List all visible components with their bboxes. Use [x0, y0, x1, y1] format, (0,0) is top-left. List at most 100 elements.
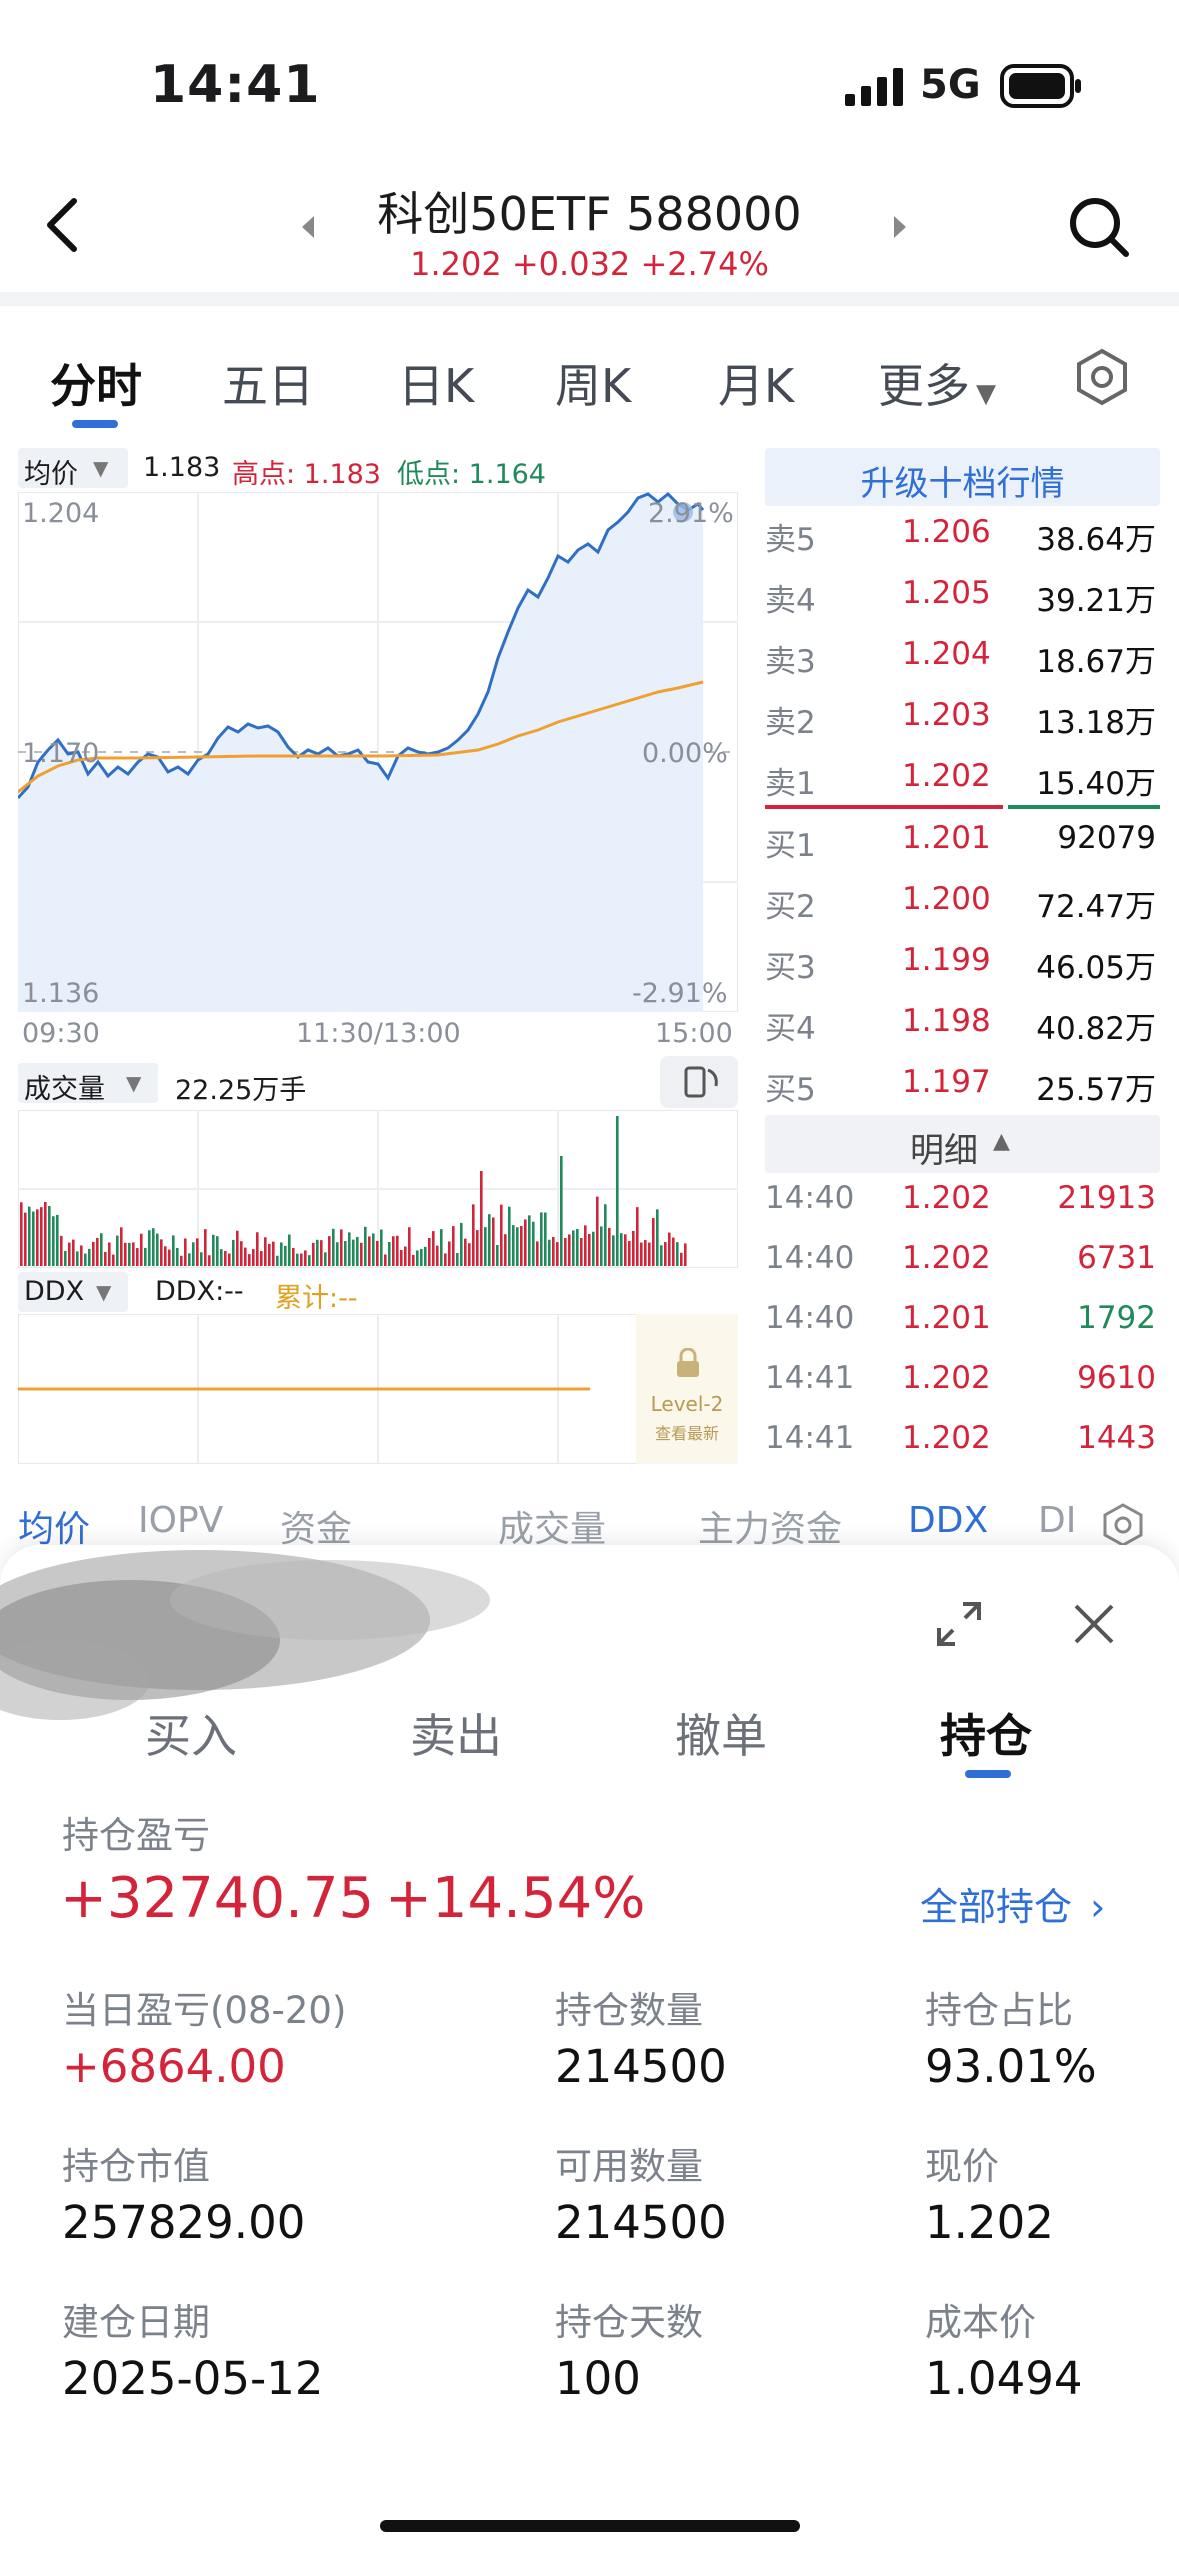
- pct-axis-bottom: -2.91%: [632, 978, 728, 1009]
- volume-bar: [304, 1250, 307, 1266]
- bid-row[interactable]: 买3 1.199 46.05万: [762, 942, 1162, 1002]
- battery-icon: [1000, 64, 1082, 112]
- ask-row[interactable]: 卖1 1.202 15.40万: [762, 758, 1162, 818]
- volume-bar: [588, 1233, 591, 1266]
- volume-bar: [536, 1241, 539, 1266]
- tab-five-day[interactable]: 五日: [222, 350, 314, 416]
- volume-bar: [380, 1229, 383, 1266]
- tab-daily-k[interactable]: 日K: [398, 350, 474, 416]
- volume-bar: [492, 1217, 495, 1266]
- ddx-selector[interactable]: DDX ▼: [18, 1272, 128, 1312]
- position-field-value: 2025-05-12: [62, 2352, 324, 2405]
- volume-bar: [196, 1238, 199, 1266]
- position-field-label: 持仓天数: [555, 2301, 703, 2344]
- ddx-cumulative: 累计:--: [275, 1283, 358, 1314]
- bid-price: 1.198: [902, 1003, 991, 1039]
- ask-level-label: 卖1: [765, 766, 816, 802]
- tab-more[interactable]: 更多 ▼: [878, 350, 996, 416]
- volume-bar: [596, 1196, 599, 1266]
- avg-price-value: 1.183: [143, 452, 221, 483]
- volume-selector[interactable]: 成交量 ▼: [18, 1063, 158, 1105]
- volume-bar: [364, 1226, 367, 1266]
- volume-bar: [580, 1238, 583, 1266]
- volume-bar: [44, 1202, 47, 1266]
- volume-bar: [228, 1253, 231, 1266]
- ddx-chart: [17, 1313, 739, 1465]
- volume-bar: [540, 1212, 543, 1266]
- tab-intraday[interactable]: 分时: [50, 350, 142, 416]
- detail-header[interactable]: 明细 ▲: [765, 1115, 1160, 1173]
- volume-bar: [284, 1245, 287, 1266]
- volume-bar: [664, 1242, 667, 1266]
- ask-row[interactable]: 卖2 1.203 13.18万: [762, 697, 1162, 757]
- intraday-chart[interactable]: [16, 491, 739, 1013]
- volume-bar: [440, 1229, 443, 1266]
- volume-bar: [28, 1206, 31, 1266]
- ask-price: 1.206: [902, 514, 991, 550]
- next-stock-icon[interactable]: [890, 214, 910, 244]
- volume-bar: [480, 1171, 483, 1266]
- position-field-label: 现价: [925, 2145, 999, 2188]
- trade-tab-position[interactable]: 持仓: [940, 1700, 1032, 1766]
- close-icon[interactable]: [1072, 1602, 1116, 1650]
- volume-bar: [484, 1227, 487, 1266]
- expand-icon[interactable]: [935, 1600, 983, 1652]
- search-icon[interactable]: [1068, 196, 1130, 262]
- volume-bar: [176, 1247, 179, 1266]
- bid-row[interactable]: 买1 1.201 92079: [762, 820, 1162, 880]
- trade-tab-buy[interactable]: 买入: [145, 1700, 237, 1766]
- chevron-down-icon: ▼: [96, 1280, 112, 1304]
- volume-bar: [120, 1227, 123, 1266]
- settings-icon[interactable]: [1075, 348, 1129, 410]
- tick-time: 14:40: [765, 1240, 855, 1276]
- pct-axis-mid: 0.00%: [642, 738, 728, 769]
- volume-bar: [140, 1233, 143, 1266]
- tick-row: 14:40 1.202 21913: [762, 1180, 1162, 1240]
- volume-bar: [100, 1233, 103, 1266]
- trade-tab-sell[interactable]: 卖出: [410, 1700, 502, 1766]
- chevron-down-icon: ▼: [93, 456, 109, 480]
- avg-price-selector[interactable]: 均价 ▼: [18, 448, 128, 490]
- ask-row[interactable]: 卖5 1.206 38.64万: [762, 514, 1162, 574]
- tab-weekly-k[interactable]: 周K: [555, 350, 631, 416]
- volume-bar: [184, 1238, 187, 1266]
- level2-badge[interactable]: Level-2 查看最新: [636, 1314, 738, 1464]
- position-field-label: 建仓日期: [62, 2301, 210, 2344]
- position-field-value: 214500: [555, 2040, 727, 2093]
- ask-volume: 15.40万: [1036, 766, 1156, 802]
- pnl-pct: +14.54%: [385, 1866, 646, 1931]
- volume-chart[interactable]: [17, 1109, 739, 1269]
- tab-monthly-k[interactable]: 月K: [718, 350, 794, 416]
- upgrade-ten-level-button[interactable]: 升级十档行情: [765, 448, 1160, 506]
- volume-bar: [104, 1251, 107, 1266]
- volume-bar: [332, 1228, 335, 1266]
- all-positions-link[interactable]: 全部持仓 ›: [920, 1876, 1105, 1931]
- chevron-up-icon: ▲: [993, 1129, 1010, 1154]
- ask-row[interactable]: 卖4 1.205 39.21万: [762, 575, 1162, 635]
- bid-level-label: 买5: [765, 1072, 816, 1108]
- ask-row[interactable]: 卖3 1.204 18.67万: [762, 636, 1162, 696]
- indicator-tab-di[interactable]: DI: [1038, 1500, 1076, 1541]
- volume-bar: [268, 1243, 271, 1266]
- indicator-tab-ddx[interactable]: DDX: [908, 1500, 988, 1541]
- volume-bar: [192, 1242, 195, 1266]
- level2-label: Level-2: [650, 1392, 724, 1416]
- ask-volume: 13.18万: [1036, 705, 1156, 741]
- upgrade-label: 升级十档行情: [860, 464, 1065, 504]
- bid-level-label: 买2: [765, 889, 816, 925]
- volume-bar: [108, 1242, 111, 1266]
- volume-bar: [608, 1227, 611, 1266]
- volume-bar: [376, 1240, 379, 1266]
- trade-tab-cancel[interactable]: 撤单: [675, 1700, 767, 1766]
- volume-bar: [168, 1249, 171, 1266]
- volume-bar: [436, 1245, 439, 1266]
- volume-bar: [72, 1239, 75, 1266]
- rotate-icon[interactable]: [660, 1056, 738, 1108]
- volume-bar: [412, 1254, 415, 1266]
- bid-row[interactable]: 买2 1.200 72.47万: [762, 881, 1162, 941]
- y-axis-bottom: 1.136: [22, 978, 100, 1009]
- tick-volume: 1443: [1077, 1420, 1156, 1456]
- bid-row[interactable]: 买4 1.198 40.82万: [762, 1003, 1162, 1063]
- volume-bar: [384, 1254, 387, 1266]
- chevron-down-icon: ▼: [976, 379, 996, 409]
